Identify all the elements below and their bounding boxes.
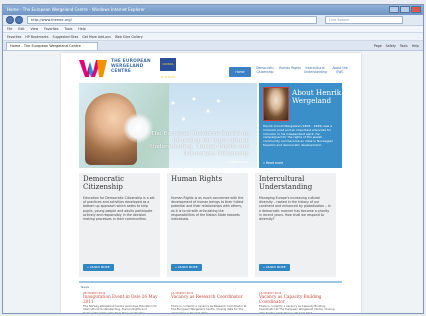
web-page: THE EUROPEAN WERGELAND CENTRE COUNCIL OF… — [61, 53, 361, 314]
cmd-help[interactable]: Help — [412, 42, 419, 50]
democratic-citizenship-card: Democratic Citizenship Education for Dem… — [79, 173, 160, 277]
menu-file[interactable]: File — [7, 26, 12, 32]
news-label: News — [81, 285, 90, 289]
news-title[interactable]: Vacancy as Research Coordinator — [171, 294, 247, 300]
wergeland-portrait — [263, 87, 289, 121]
ewc-logo-icon[interactable] — [79, 58, 107, 78]
menu-bar: File Edit View Favorites Tools Help — [3, 26, 423, 33]
tab-home[interactable]: Home - The European Wergeland Centre — [6, 42, 98, 50]
title-bar: Home - The European Wergeland Centre - W… — [3, 5, 423, 15]
about-wergeland-panel: About Henrik Wergeland Henrik Arnold Wer… — [259, 83, 342, 168]
window-controls — [389, 6, 421, 13]
tab-row: Home - The European Wergeland Centre Pag… — [3, 41, 423, 51]
site-logo-text: THE EUROPEAN WERGELAND CENTRE — [111, 59, 151, 75]
card-title: Intercultural Understanding — [259, 175, 313, 191]
about-read-more-link[interactable]: » Read more — [263, 161, 283, 165]
about-text: Henrik Arnold Wergeland (1808 – 1845) wa… — [263, 124, 334, 147]
hero-banner[interactable]: The European Resource Centre on Educatio… — [79, 83, 257, 168]
nav-human-rights[interactable]: Human Rights — [279, 66, 301, 77]
page-viewport: THE EUROPEAN WERGELAND CENTRE COUNCIL OF… — [3, 51, 423, 314]
nav-about-the-ewc[interactable]: About the EWC — [329, 66, 351, 77]
card-title: Democratic Citizenship — [83, 175, 125, 191]
menu-view[interactable]: View — [31, 26, 39, 32]
menu-tools[interactable]: Tools — [65, 26, 73, 32]
browser-window: Home - The European Wergeland Centre - W… — [2, 4, 424, 314]
coe-label: COUNCIL OF EUROPE — [160, 63, 176, 79]
fav-hp-bookmarks[interactable]: HP Bookmarks — [25, 33, 48, 40]
cmd-page[interactable]: Page — [374, 42, 382, 50]
intercultural-understanding-card: Intercultural Understanding Managing Eur… — [255, 173, 336, 277]
hero-caption: The European Resource Centre on Educatio… — [149, 131, 249, 157]
close-button[interactable] — [411, 6, 421, 13]
menu-help[interactable]: Help — [78, 26, 85, 32]
hero-read-more-link[interactable]: » Read more — [227, 160, 249, 164]
back-button[interactable] — [6, 16, 14, 24]
news-item[interactable]: 15 MARCH 2011 Vacancy as Capacity Buildi… — [257, 291, 337, 314]
news-desc: There is currently a vacancy as Research… — [171, 304, 247, 314]
favorites-button[interactable]: Favorites — [7, 33, 21, 40]
news-item[interactable]: 28 MARCH 2011 Inauguration Event in Oslo… — [81, 291, 161, 314]
nav-democratic-citizenship[interactable]: Democratic Citizenship — [254, 66, 276, 77]
learn-more-button[interactable]: » LEARN MORE — [83, 264, 114, 271]
maximize-button[interactable] — [400, 6, 410, 13]
nav-intercultural-understanding[interactable]: Intercultural Understanding — [304, 66, 327, 77]
human-rights-card: Human Rights Human Rights is as much con… — [167, 173, 248, 277]
logo-line-3: CENTRE — [111, 69, 132, 75]
search-input[interactable]: Live Search — [325, 16, 403, 24]
card-text: Education for Democratic Citizenship is … — [83, 196, 155, 222]
floating-seeds — [159, 91, 229, 131]
fav-web-slice-gallery[interactable]: Web Slice Gallery — [115, 33, 143, 40]
fav-suggested-sites[interactable]: Suggested Sites — [53, 33, 79, 40]
cmd-safety[interactable]: Safety — [386, 42, 396, 50]
card-title: Human Rights — [171, 175, 223, 183]
learn-more-button[interactable]: » LEARN MORE — [171, 264, 202, 271]
menu-edit[interactable]: Edit — [18, 26, 24, 32]
news-item[interactable]: 15 MARCH 2011 Vacancy as Research Coordi… — [169, 291, 249, 314]
minimize-button[interactable] — [389, 6, 399, 13]
cmd-tools[interactable]: Tools — [400, 42, 408, 50]
favorites-bar: Favorites HP Bookmarks Suggested Sites G… — [3, 33, 423, 41]
card-text: Managing Europe's increasing cultural di… — [259, 196, 331, 222]
news-desc: The Norway Wergeland Centre welcomes Edu… — [83, 304, 158, 314]
fav-get-more-addons[interactable]: Get More Add-ons — [82, 33, 111, 40]
menu-favorites[interactable]: Favorites — [44, 26, 58, 32]
news-desc: There is currently a vacancy as Capacity… — [259, 304, 335, 314]
nav-home[interactable]: Home — [229, 67, 251, 77]
address-row: http://www.theewc.org/ Live Search — [3, 15, 423, 26]
about-title: About Henrik Wergeland — [292, 88, 342, 105]
council-of-europe-logo-icon: COUNCIL OF EUROPE — [160, 58, 176, 79]
address-bar[interactable]: http://www.theewc.org/ — [27, 16, 317, 24]
learn-more-button[interactable]: » LEARN MORE — [259, 264, 290, 271]
news-section: News 28 MARCH 2011 Inauguration Event in… — [79, 281, 342, 314]
window-title: Home - The European Wergeland Centre - W… — [7, 7, 145, 12]
main-nav: Home Democratic Citizenship Human Rights… — [229, 66, 351, 77]
card-text: Human Rights is as much concerned with t… — [171, 196, 244, 222]
forward-button[interactable] — [15, 16, 23, 24]
command-bar: Page Safety Tools Help — [374, 42, 419, 50]
